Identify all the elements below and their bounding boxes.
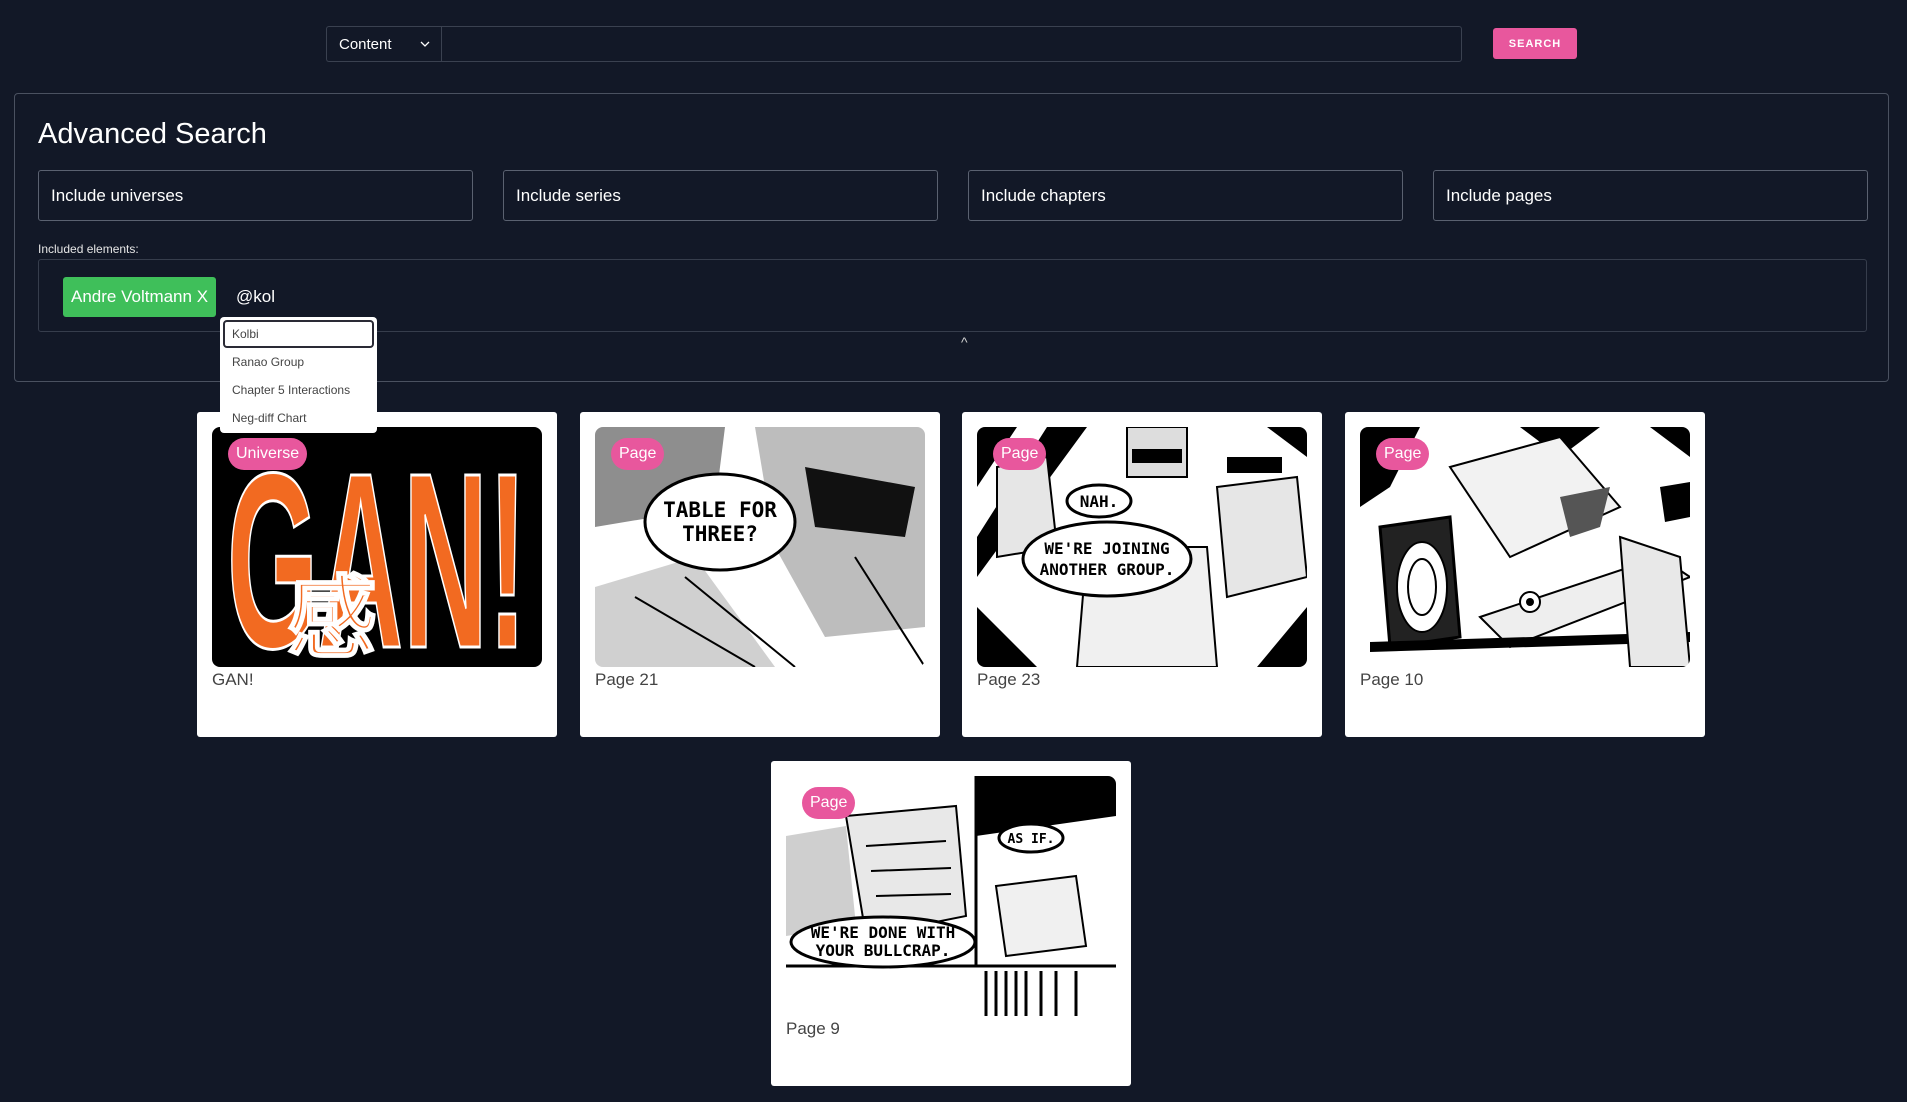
result-thumbnail: Page AS IF. WE'RE DONE WITH YOUR BULLCRA… [786,776,1116,1016]
type-badge: Universe [228,438,308,470]
result-title: Page 9 [786,1019,840,1038]
autocomplete-option-ranao-group[interactable]: Ranao Group [223,348,374,376]
type-badge: Page [802,787,856,819]
include-pages-field[interactable]: Include pages [1433,170,1868,221]
autocomplete-option-neg-diff-chart[interactable]: Neg-diff Chart [223,404,374,432]
result-thumbnail: Page [1360,427,1690,667]
advanced-search-title: Advanced Search [38,118,267,150]
include-chapters-field[interactable]: Include chapters [968,170,1403,221]
result-title: GAN! [212,670,254,689]
search-input[interactable] [441,26,1462,62]
search-bar: Content [326,26,1462,62]
gan-kanji: 感 [287,566,377,667]
speech-bubble-text: NAH. [1080,492,1119,511]
included-chip-andre-voltmann[interactable]: Andre Voltmann X [63,277,217,317]
type-badge: Page [1376,438,1430,470]
result-card-page-23[interactable]: Page NAH. WE'RE JOINING ANOTHER GROUP. P… [962,412,1322,737]
autocomplete-option-chapter-5-interactions[interactable]: Chapter 5 Interactions [223,376,374,404]
speech-bubble-text: ANOTHER GROUP. [1040,560,1175,579]
included-elements-input-text[interactable]: @kol [236,287,275,307]
search-scope-value: Content [339,35,392,53]
result-title: Page 21 [595,670,659,689]
result-thumbnail: Universe GAN! 感 [212,427,542,667]
result-title: Page 23 [977,670,1041,689]
type-badge: Page [611,438,665,470]
include-universes-field[interactable]: Include universes [38,170,473,221]
autocomplete-dropdown: Kolbi Ranao Group Chapter 5 Interactions… [220,317,377,433]
result-card-gan[interactable]: Universe GAN! 感 GAN! [197,412,557,737]
result-card-page-21[interactable]: Page TABLE FOR THREE? Page 21 [580,412,940,737]
result-card-page-9[interactable]: Page AS IF. WE'RE DONE WITH YOUR BULLCRA… [771,761,1131,1086]
search-scope-select[interactable]: Content [326,26,441,62]
result-title: Page 10 [1360,670,1424,689]
result-thumbnail: Page NAH. WE'RE JOINING ANOTHER GROUP. [977,427,1307,667]
speech-bubble-text: WE'RE JOINING [1044,539,1169,558]
speech-bubble-text: AS IF. [1008,832,1055,847]
result-card-page-10[interactable]: Page Page 10 [1345,412,1705,737]
chevron-down-icon [420,41,430,47]
speech-bubble-text: TABLE FOR [663,498,777,522]
type-badge: Page [993,438,1047,470]
speech-bubble-text: WE'RE DONE WITH [811,923,956,942]
result-thumbnail: Page TABLE FOR THREE? [595,427,925,667]
search-button[interactable]: SEARCH [1493,28,1577,59]
speech-bubble-text: THREE? [682,522,758,546]
include-series-field[interactable]: Include series [503,170,938,221]
autocomplete-option-kolbi[interactable]: Kolbi [223,320,374,348]
speech-bubble-text: YOUR BULLCRAP. [816,941,951,960]
included-elements-label: Included elements: [38,242,139,256]
collapse-caret-icon[interactable]: ^ [961,334,968,350]
